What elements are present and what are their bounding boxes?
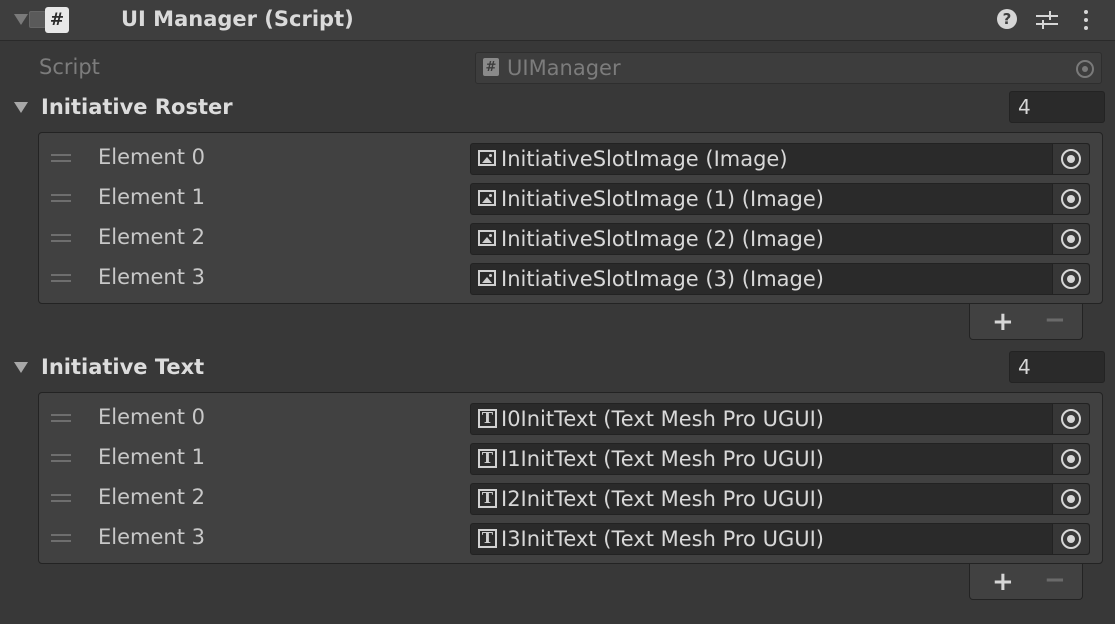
text-component-icon: T	[478, 409, 497, 428]
object-picker-icon	[1061, 529, 1081, 549]
image-object-field[interactable]: InitiativeSlotImage (3) (Image)	[470, 263, 1090, 295]
list-item: Element 1 T I1InitText (Text Mesh Pro UG…	[39, 439, 1102, 479]
component-title: UI Manager (Script)	[121, 7, 354, 31]
script-hash-icon: #	[45, 7, 69, 33]
object-field-value: I0InitText (Text Mesh Pro UGUI)	[501, 407, 824, 431]
object-picker-button[interactable]	[1052, 524, 1089, 554]
initiative-text-add-remove: + −	[969, 564, 1083, 600]
drag-handle-icon[interactable]	[51, 274, 71, 286]
element-label: Element 0	[98, 405, 205, 429]
image-icon	[478, 230, 496, 246]
script-file-icon: #	[483, 58, 499, 76]
image-object-field[interactable]: InitiativeSlotImage (1) (Image)	[470, 183, 1090, 215]
image-icon	[478, 190, 496, 206]
element-label: Element 1	[98, 185, 205, 209]
object-picker-icon	[1061, 269, 1081, 289]
list-item: Element 0 InitiativeSlotImage (Image)	[39, 139, 1102, 179]
text-object-field[interactable]: T I1InitText (Text Mesh Pro UGUI)	[470, 443, 1090, 475]
drag-handle-icon[interactable]	[51, 494, 71, 506]
script-label: Script	[39, 55, 100, 79]
drag-handle-icon[interactable]	[51, 194, 71, 206]
initiative-text-label[interactable]: Initiative Text	[41, 355, 204, 379]
text-object-field[interactable]: T I0InitText (Text Mesh Pro UGUI)	[470, 403, 1090, 435]
object-field-value: InitiativeSlotImage (3) (Image)	[501, 267, 824, 291]
remove-element-button[interactable]: −	[1044, 305, 1066, 335]
list-item: Element 1 InitiativeSlotImage (1) (Image…	[39, 179, 1102, 219]
drag-handle-icon[interactable]	[51, 154, 71, 166]
list-item: Element 3 InitiativeSlotImage (3) (Image…	[39, 259, 1102, 299]
add-element-button[interactable]: +	[992, 567, 1014, 597]
component-header[interactable]: # UI Manager (Script) ?	[0, 0, 1115, 41]
drag-handle-icon[interactable]	[51, 454, 71, 466]
add-element-button[interactable]: +	[992, 307, 1014, 337]
text-component-icon: T	[478, 449, 497, 468]
text-component-icon: T	[478, 489, 497, 508]
object-picker-button[interactable]	[1052, 444, 1089, 474]
object-picker-icon	[1061, 149, 1081, 169]
object-picker-button[interactable]	[1052, 144, 1089, 174]
help-icon[interactable]: ?	[997, 9, 1017, 29]
initiative-roster-foldout-icon[interactable]	[14, 102, 28, 113]
component-enabled-checkbox[interactable]	[29, 11, 46, 28]
element-label: Element 0	[98, 145, 205, 169]
drag-handle-icon[interactable]	[51, 234, 71, 246]
initiative-roster-add-remove: + −	[969, 304, 1083, 340]
object-field-value: I1InitText (Text Mesh Pro UGUI)	[501, 447, 824, 471]
script-value: UIManager	[507, 56, 621, 80]
object-picker-icon	[1061, 189, 1081, 209]
list-item: Element 2 T I2InitText (Text Mesh Pro UG…	[39, 479, 1102, 519]
initiative-text-foldout-icon[interactable]	[14, 362, 28, 373]
element-label: Element 2	[98, 225, 205, 249]
object-picker-button[interactable]	[1052, 224, 1089, 254]
text-object-field[interactable]: T I2InitText (Text Mesh Pro UGUI)	[470, 483, 1090, 515]
object-field-value: I3InitText (Text Mesh Pro UGUI)	[501, 527, 824, 551]
object-field-value: I2InitText (Text Mesh Pro UGUI)	[501, 487, 824, 511]
list-item: Element 3 T I3InitText (Text Mesh Pro UG…	[39, 519, 1102, 559]
list-item: Element 2 InitiativeSlotImage (2) (Image…	[39, 219, 1102, 259]
presets-icon[interactable]	[1036, 9, 1058, 31]
object-picker-button[interactable]	[1052, 264, 1089, 294]
object-picker-icon	[1061, 489, 1081, 509]
element-label: Element 3	[98, 265, 205, 289]
image-object-field[interactable]: InitiativeSlotImage (2) (Image)	[470, 223, 1090, 255]
object-field-value: InitiativeSlotImage (2) (Image)	[501, 227, 824, 251]
image-object-field[interactable]: InitiativeSlotImage (Image)	[470, 143, 1090, 175]
remove-element-button[interactable]: −	[1044, 565, 1066, 595]
image-icon	[478, 270, 496, 286]
element-label: Element 3	[98, 525, 205, 549]
object-field-value: InitiativeSlotImage (1) (Image)	[501, 187, 824, 211]
text-object-field[interactable]: T I3InitText (Text Mesh Pro UGUI)	[470, 523, 1090, 555]
object-picker-icon	[1061, 409, 1081, 429]
initiative-text-size-input[interactable]: 4	[1009, 351, 1105, 383]
script-object-field: # UIManager	[475, 52, 1102, 84]
object-picker-icon	[1076, 60, 1094, 78]
initiative-text-list: Element 0 T I0InitText (Text Mesh Pro UG…	[38, 392, 1103, 564]
object-picker-button[interactable]	[1052, 484, 1089, 514]
object-field-value: InitiativeSlotImage (Image)	[501, 147, 788, 171]
drag-handle-icon[interactable]	[51, 534, 71, 546]
context-menu-icon[interactable]	[1079, 8, 1093, 32]
initiative-roster-list: Element 0 InitiativeSlotImage (Image) El…	[38, 132, 1103, 304]
element-label: Element 1	[98, 445, 205, 469]
image-icon	[478, 150, 496, 166]
element-label: Element 2	[98, 485, 205, 509]
object-picker-button[interactable]	[1052, 184, 1089, 214]
object-picker-icon	[1061, 449, 1081, 469]
drag-handle-icon[interactable]	[51, 414, 71, 426]
initiative-roster-label[interactable]: Initiative Roster	[41, 95, 233, 119]
text-component-icon: T	[478, 529, 497, 548]
list-item: Element 0 T I0InitText (Text Mesh Pro UG…	[39, 399, 1102, 439]
initiative-roster-size-input[interactable]: 4	[1009, 91, 1105, 123]
object-picker-button[interactable]	[1052, 404, 1089, 434]
object-picker-icon	[1061, 229, 1081, 249]
foldout-arrow-icon[interactable]	[14, 14, 28, 25]
